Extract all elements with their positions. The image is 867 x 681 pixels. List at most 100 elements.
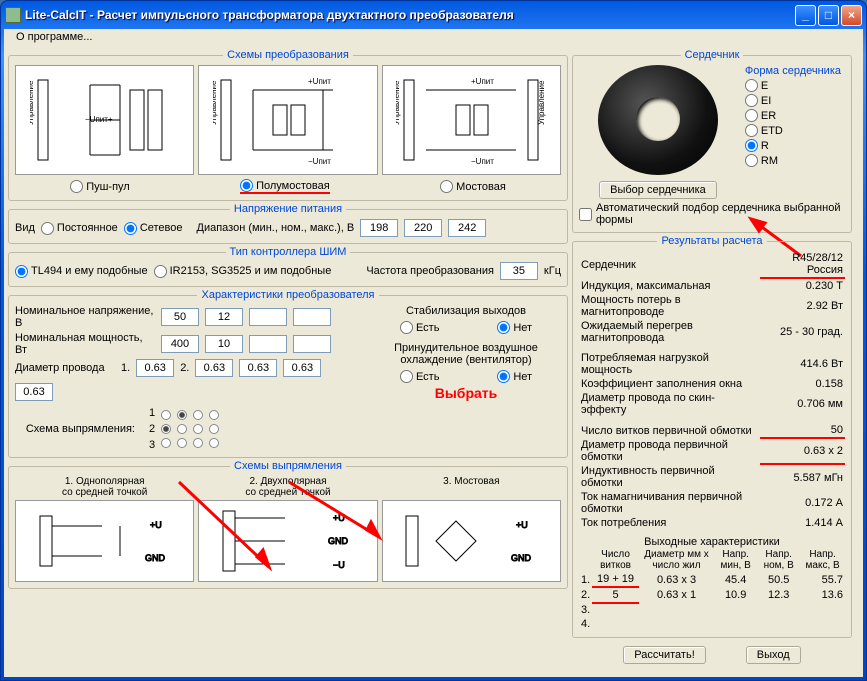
- svg-text:−U: −U: [333, 560, 345, 570]
- vnom-label: Номинальное напряжение, В: [15, 305, 155, 329]
- results-group: Результаты расчета СердечникR45/28/12 Ро…: [572, 235, 852, 638]
- svg-text:−Uпит: −Uпит: [308, 157, 331, 166]
- outchar-table: Число витков Диаметр мм х число жил Напр…: [579, 548, 845, 631]
- rect-1-4[interactable]: [209, 410, 219, 420]
- freq-label: Частота преобразования: [366, 265, 494, 277]
- v4-input[interactable]: [293, 308, 331, 326]
- shape-ei[interactable]: EI: [745, 94, 771, 107]
- radio-dc[interactable]: Постоянное: [41, 222, 118, 235]
- svg-text:Управление: Управление: [537, 80, 546, 125]
- rect-2-1[interactable]: [161, 424, 171, 434]
- p1-input[interactable]: [161, 335, 199, 353]
- choose-annotation: Выбрать: [371, 385, 561, 401]
- d3-input[interactable]: [239, 359, 277, 377]
- radio-pushpull[interactable]: Пуш-пул: [70, 180, 130, 193]
- client-area: О программе... Схемы преобразования: [4, 29, 863, 677]
- vmax-input[interactable]: [448, 219, 486, 237]
- window-title: Lite-CalcIT - Расчет импульсного трансфо…: [25, 8, 795, 22]
- freq-input[interactable]: [500, 262, 538, 280]
- rect-1-2[interactable]: [177, 410, 187, 420]
- p2-input[interactable]: [205, 335, 243, 353]
- shape-e[interactable]: E: [745, 79, 768, 92]
- rect-2-2[interactable]: [177, 424, 187, 434]
- rect-label: Схема выпрямления:: [15, 423, 135, 435]
- schematic-halfbridge: Управление +Uпит −Uпит: [198, 65, 377, 175]
- radio-fullbridge[interactable]: Мостовая: [440, 180, 506, 193]
- svg-text:−Uпит: −Uпит: [471, 157, 494, 166]
- schematic-fullbridge: Управление Управление +Uпит −Uпит: [382, 65, 561, 175]
- schematic-svg: Управление −Uпит+: [30, 70, 180, 170]
- rect-3-4[interactable]: [209, 438, 219, 448]
- minimize-button[interactable]: _: [795, 5, 816, 26]
- svg-text:GND: GND: [328, 536, 349, 546]
- exit-button[interactable]: Выход: [746, 646, 801, 664]
- rect-3-1[interactable]: [161, 438, 171, 448]
- v2-input[interactable]: [205, 308, 243, 326]
- fan-label: Принудительное воздушное охлаждение (вен…: [371, 342, 561, 366]
- radio-stab-no[interactable]: Нет: [497, 321, 532, 334]
- supply-group: Напряжение питания Вид Постоянное Сетево…: [8, 203, 568, 244]
- results-table: СердечникR45/28/12 Россия Индукция, макс…: [579, 251, 845, 530]
- v1-input[interactable]: [161, 308, 199, 326]
- vnom-input[interactable]: [404, 219, 442, 237]
- rect-img-1: +UGND: [15, 500, 194, 582]
- shape-rm[interactable]: RM: [745, 154, 778, 167]
- range-label: Диапазон (мин., ном., макс.), В: [197, 222, 355, 234]
- svg-text:+U: +U: [150, 520, 162, 530]
- auto-core-label: Автоматический подбор сердечника выбранн…: [596, 202, 845, 226]
- pwm-group: Тип контроллера ШИМ TL494 и ему подобные…: [8, 246, 568, 287]
- vmin-input[interactable]: [360, 219, 398, 237]
- choose-core-button[interactable]: Выбор сердечника: [599, 181, 717, 199]
- menubar: О программе...: [4, 29, 863, 45]
- app-window: Lite-CalcIT - Расчет импульсного трансфо…: [0, 0, 867, 681]
- svg-text:GND: GND: [511, 553, 532, 563]
- radio-ac[interactable]: Сетевое: [124, 222, 183, 235]
- close-button[interactable]: ×: [841, 5, 862, 26]
- d2-input[interactable]: [195, 359, 233, 377]
- d5-input[interactable]: [15, 383, 53, 401]
- svg-text:Управление: Управление: [213, 80, 218, 125]
- p3-input[interactable]: [249, 335, 287, 353]
- dwire-label: Диаметр провода: [15, 362, 115, 374]
- rect-2-4[interactable]: [209, 424, 219, 434]
- radio-stab-yes[interactable]: Есть: [400, 321, 439, 334]
- outchar-legend: Выходные характеристики: [579, 536, 845, 548]
- shape-er[interactable]: ER: [745, 109, 776, 122]
- radio-fan-yes[interactable]: Есть: [400, 370, 439, 383]
- core-group: Сердечник Выбор сердечника Форма сердечн…: [572, 49, 852, 233]
- v3-input[interactable]: [249, 308, 287, 326]
- topology-legend: Схемы преобразования: [223, 49, 353, 61]
- topology-group: Схемы преобразования: [8, 49, 568, 201]
- radio-ir2153[interactable]: IR2153, SG3525 и им подобные: [154, 265, 332, 278]
- rect-img-3: +UGND: [382, 500, 561, 582]
- rect-1-1[interactable]: [161, 410, 171, 420]
- svg-text:−Uпит+: −Uпит+: [85, 115, 113, 124]
- rect-3-2[interactable]: [177, 438, 187, 448]
- auto-core-checkbox[interactable]: [579, 208, 592, 221]
- shape-etd[interactable]: ETD: [745, 124, 783, 137]
- p4-input[interactable]: [293, 335, 331, 353]
- menu-about[interactable]: О программе...: [10, 29, 98, 45]
- shape-r[interactable]: R: [745, 139, 769, 152]
- svg-text:+Uпит: +Uпит: [471, 77, 494, 86]
- titlebar[interactable]: Lite-CalcIT - Расчет импульсного трансфо…: [1, 1, 866, 29]
- calc-button[interactable]: Рассчитать!: [623, 646, 705, 664]
- stab-label: Стабилизация выходов: [371, 305, 561, 317]
- rect-3-3[interactable]: [193, 438, 203, 448]
- radio-tl494[interactable]: TL494 и ему подобные: [15, 265, 148, 278]
- rect-img-2: +UGND−U: [198, 500, 377, 582]
- rectifier-group: Схемы выпрямления 1. Однополярнаясо сред…: [8, 460, 568, 589]
- app-icon: [5, 7, 21, 23]
- maximize-button[interactable]: □: [818, 5, 839, 26]
- rect-1-3[interactable]: [193, 410, 203, 420]
- radio-fan-no[interactable]: Нет: [497, 370, 532, 383]
- svg-text:+Uпит: +Uпит: [308, 77, 331, 86]
- d4-input[interactable]: [283, 359, 321, 377]
- radio-halfbridge[interactable]: Полумостовая: [240, 179, 330, 194]
- svg-text:Управление: Управление: [30, 80, 35, 125]
- pnom-label: Номинальная мощность, Вт: [15, 332, 155, 356]
- d1-input[interactable]: [136, 359, 174, 377]
- supply-kind-label: Вид: [15, 222, 35, 234]
- rect-2-3[interactable]: [193, 424, 203, 434]
- schematic-pushpull: Управление −Uпит+: [15, 65, 194, 175]
